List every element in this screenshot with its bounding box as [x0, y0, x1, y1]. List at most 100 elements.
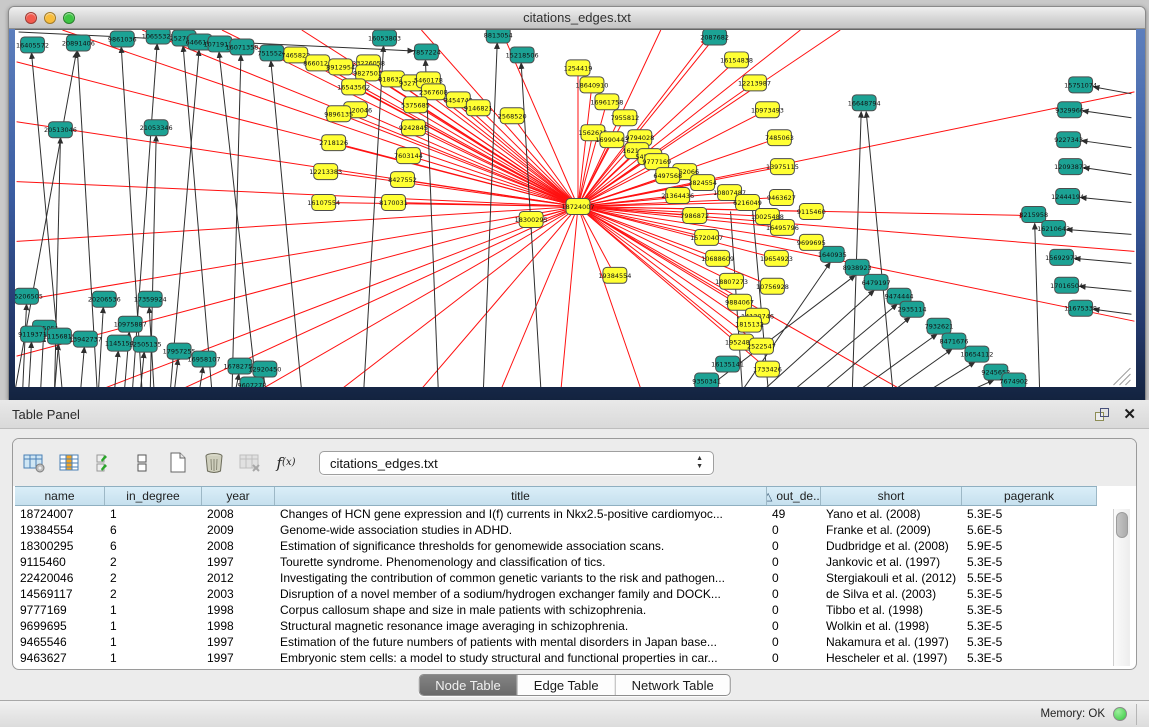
graph-node-label: 16071358 [225, 43, 258, 51]
citation-edge [1075, 258, 1132, 263]
table-row[interactable]: 911546021997Tourette syndrome. Phenomeno… [15, 554, 1097, 570]
table-mode-icon[interactable] [19, 449, 49, 477]
table-cell: 0 [767, 570, 821, 586]
table-selector-dropdown[interactable]: citations_edges.txt ▲▼ [319, 451, 714, 475]
delete-table-icon[interactable] [235, 449, 265, 477]
tab-network-table[interactable]: Network Table [616, 675, 730, 695]
graph-node-label: 20891406 [62, 39, 95, 47]
table-row[interactable]: 946554611997Estimation of the future num… [15, 634, 1097, 650]
table-cell: 5.6E-5 [962, 522, 1097, 538]
table-header-row: namein_degreeyeartitle△out_de...shortpag… [15, 486, 1097, 506]
column-header-short[interactable]: short [821, 487, 962, 505]
table-cell: 19384554 [15, 522, 105, 538]
resize-grip-icon[interactable] [1125, 380, 1130, 385]
table-cell: 5.3E-5 [962, 618, 1097, 634]
table-row[interactable]: 969969511998Structural magnetic resonanc… [15, 618, 1097, 634]
delete-column-icon[interactable] [199, 449, 229, 477]
table-cell: Structural magnetic resonance image aver… [275, 618, 767, 634]
select-columns-icon[interactable] [91, 449, 121, 477]
graph-node-label: 9350341 [692, 378, 721, 386]
table-cell: Disruption of a novel member of a sodium… [275, 586, 767, 602]
graph-node-label: 10756928 [756, 283, 789, 291]
graph-node-label: 9777169 [642, 158, 671, 166]
table-row[interactable]: 1872400712008Changes of HCN gene express… [15, 506, 1097, 522]
close-panel-icon[interactable]: ✕ [1123, 405, 1136, 423]
column-header-title[interactable]: title [275, 487, 767, 505]
resize-grip-icon[interactable] [1119, 374, 1130, 385]
citation-edge [1081, 198, 1132, 203]
citation-edge [114, 351, 118, 387]
graph-node-label: 16648794 [848, 99, 881, 107]
citation-edge [415, 105, 578, 207]
table-cell: de Silva et al. (2003) [821, 586, 962, 602]
graph-node-label: 7857224 [412, 48, 441, 56]
tab-edge-table[interactable]: Edge Table [518, 675, 616, 695]
graph-node-label: 15720407 [690, 234, 723, 242]
show-columns-icon[interactable] [55, 449, 85, 477]
table-cell: 9465546 [15, 634, 105, 650]
graph-node-label: 16495796 [766, 224, 799, 232]
table-row[interactable]: 946362711997Embryonic stem cells: a mode… [15, 650, 1097, 666]
graph-node-label: 16543562 [337, 83, 370, 91]
graph-node-label: 8427552 [388, 176, 417, 184]
citation-edge [29, 342, 32, 387]
table-cell: 18724007 [15, 506, 105, 522]
table-cell: 1998 [202, 618, 275, 634]
table-cell: 5.3E-5 [962, 602, 1097, 618]
column-header-out_de[interactable]: △out_de... [767, 487, 821, 505]
citation-edge [40, 336, 43, 387]
scrollbar-thumb[interactable] [1116, 512, 1128, 538]
window-titlebar[interactable]: citations_edges.txt [9, 7, 1145, 29]
graph-node-label: 10973493 [751, 106, 784, 114]
citation-edge [1083, 111, 1132, 118]
tab-node-table[interactable]: Node Table [419, 675, 518, 695]
vertical-scrollbar[interactable] [1113, 509, 1130, 666]
table-cell: 2009 [202, 522, 275, 538]
graph-node-label: 15692971 [1045, 254, 1078, 262]
function-builder-icon[interactable]: f(x) [271, 449, 301, 477]
table-cell: 1997 [202, 554, 275, 570]
citation-edge [1035, 223, 1040, 387]
table-cell: 0 [767, 650, 821, 666]
column-header-pagerank[interactable]: pagerank [962, 487, 1097, 505]
create-column-icon[interactable] [163, 449, 193, 477]
table-row[interactable]: 2242004622012Investigating the contribut… [15, 570, 1097, 586]
column-header-year[interactable]: year [202, 487, 275, 505]
citation-edge [866, 112, 893, 387]
table-cell: Stergiakouli et al. (2012) [821, 570, 962, 586]
graph-node-label: 5460178 [414, 76, 443, 84]
table-cell: 1 [105, 634, 202, 650]
table-cell: 2 [105, 554, 202, 570]
table-row[interactable]: 1830029562008Estimation of significance … [15, 538, 1097, 554]
graph-node-label: 9794028 [625, 134, 654, 142]
network-graph-canvas[interactable]: 1640557220891406986103610655325152760264… [15, 29, 1136, 387]
memory-status-label: Memory: OK [1040, 708, 1105, 720]
table-cell: 0 [767, 522, 821, 538]
citation-edge [1067, 229, 1132, 234]
row-height-icon[interactable] [127, 449, 157, 477]
table-cell: 0 [767, 538, 821, 554]
graph-node-label: 9474444 [885, 293, 914, 301]
graph-node-label: 12213383 [309, 168, 342, 176]
graph-node-label: 16053803 [368, 34, 401, 42]
graph-node-label: 3824554 [688, 179, 717, 187]
column-header-name[interactable]: name [15, 487, 105, 505]
table-row[interactable]: 977716911998Corpus callosum shape and si… [15, 602, 1097, 618]
graph-node-label: 9861036 [108, 35, 137, 43]
table-panel-title: Table Panel [12, 407, 80, 422]
column-header-in_degree[interactable]: in_degree [105, 487, 202, 505]
table-row[interactable]: 1456911722003Disruption of a novel membe… [15, 586, 1097, 602]
table-cell: 5.3E-5 [962, 554, 1097, 570]
graph-node-label: 16135141 [711, 361, 744, 369]
status-bar-divider [1136, 704, 1137, 725]
float-panel-icon[interactable] [1095, 408, 1109, 421]
combo-arrows-icon: ▲▼ [696, 455, 703, 471]
table-cell: 9699695 [15, 618, 105, 634]
table-cell: Embryonic stem cells: a model to study s… [275, 650, 767, 666]
citation-edge [925, 362, 975, 387]
graph-node-label: 8813054 [484, 31, 513, 39]
table-row[interactable]: 1938455462009Genome-wide association stu… [15, 522, 1097, 538]
table-cell: Hescheler et al. (1997) [821, 650, 962, 666]
graph-node-label: 19654923 [760, 255, 793, 263]
graph-node-label: 12505135 [129, 341, 162, 349]
